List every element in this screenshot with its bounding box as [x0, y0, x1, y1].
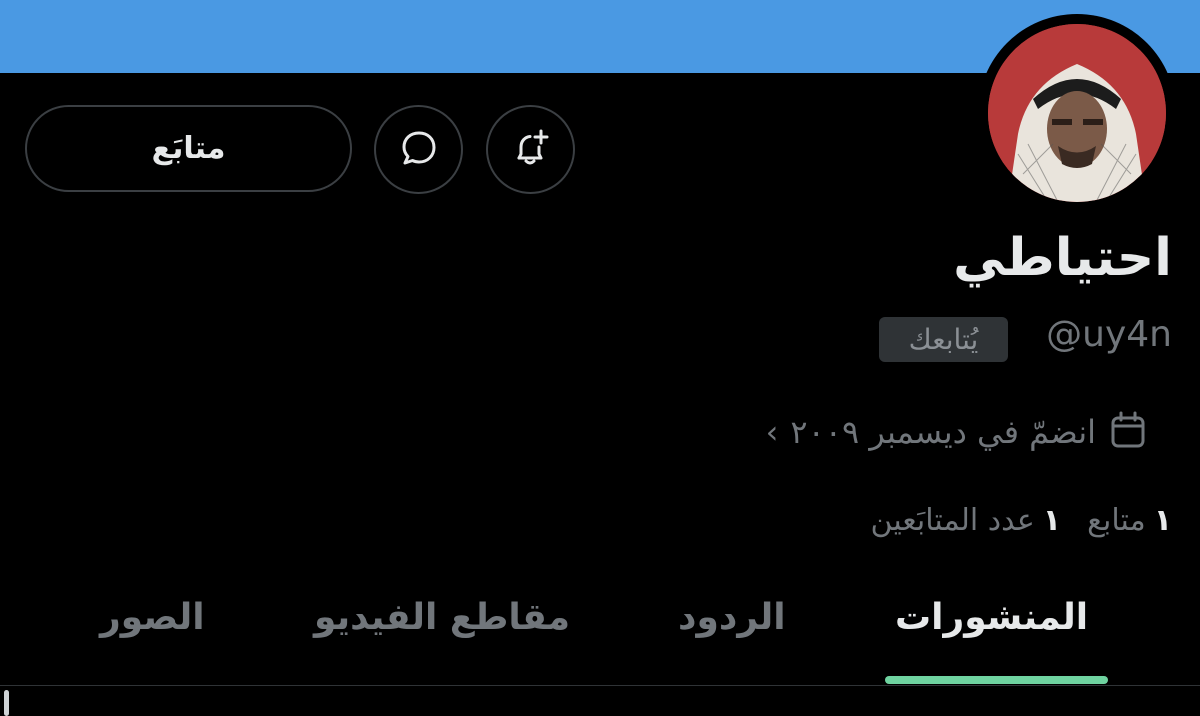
- following-count: ١: [1042, 502, 1062, 538]
- active-tab-indicator: [885, 676, 1108, 684]
- followers-label: متابع: [1087, 502, 1146, 538]
- following-button[interactable]: متابَع: [25, 105, 352, 192]
- bell-plus-icon: [510, 127, 552, 173]
- notify-button[interactable]: [486, 105, 575, 194]
- avatar[interactable]: [988, 24, 1166, 202]
- following-stat[interactable]: ١ عدد المتابَعين: [871, 503, 1062, 538]
- follows-you-badge: يُتابعك: [879, 317, 1008, 362]
- chevron-left-icon[interactable]: ‹: [766, 413, 779, 451]
- tab-videos[interactable]: مقاطع الفيديو: [314, 597, 570, 638]
- followers-stat[interactable]: ١ متابع: [1087, 503, 1172, 538]
- message-button[interactable]: [374, 105, 463, 194]
- message-bubble-icon: [399, 128, 439, 172]
- avatar-container[interactable]: [978, 14, 1176, 212]
- followers-count: ١: [1153, 502, 1172, 538]
- profile-tabs: المنشورات الردود مقاطع الفيديو الصور: [0, 585, 1200, 685]
- following-label: عدد المتابَعين: [870, 502, 1035, 538]
- calendar-icon: [1108, 410, 1148, 454]
- display-name: احتياطي: [953, 228, 1172, 288]
- scrollbar-thumb[interactable]: [4, 690, 9, 716]
- tabs-divider: [0, 685, 1200, 686]
- profile-handle: @uy4n: [1046, 314, 1172, 355]
- tab-replies[interactable]: الردود: [678, 597, 786, 638]
- tab-posts[interactable]: المنشورات: [895, 597, 1088, 638]
- follows-you-label: يُتابعك: [908, 323, 979, 356]
- follow-stats: ١ عدد المتابَعين ١ متابع: [871, 498, 1173, 542]
- joined-date-text: انضمّ في ديسمبر ٢٠٠٩: [790, 413, 1096, 451]
- tab-photos[interactable]: الصور: [100, 597, 205, 638]
- following-button-label: متابَع: [151, 131, 226, 166]
- joined-date-row[interactable]: انضمّ في ديسمبر ٢٠٠٩ ‹: [766, 410, 1148, 454]
